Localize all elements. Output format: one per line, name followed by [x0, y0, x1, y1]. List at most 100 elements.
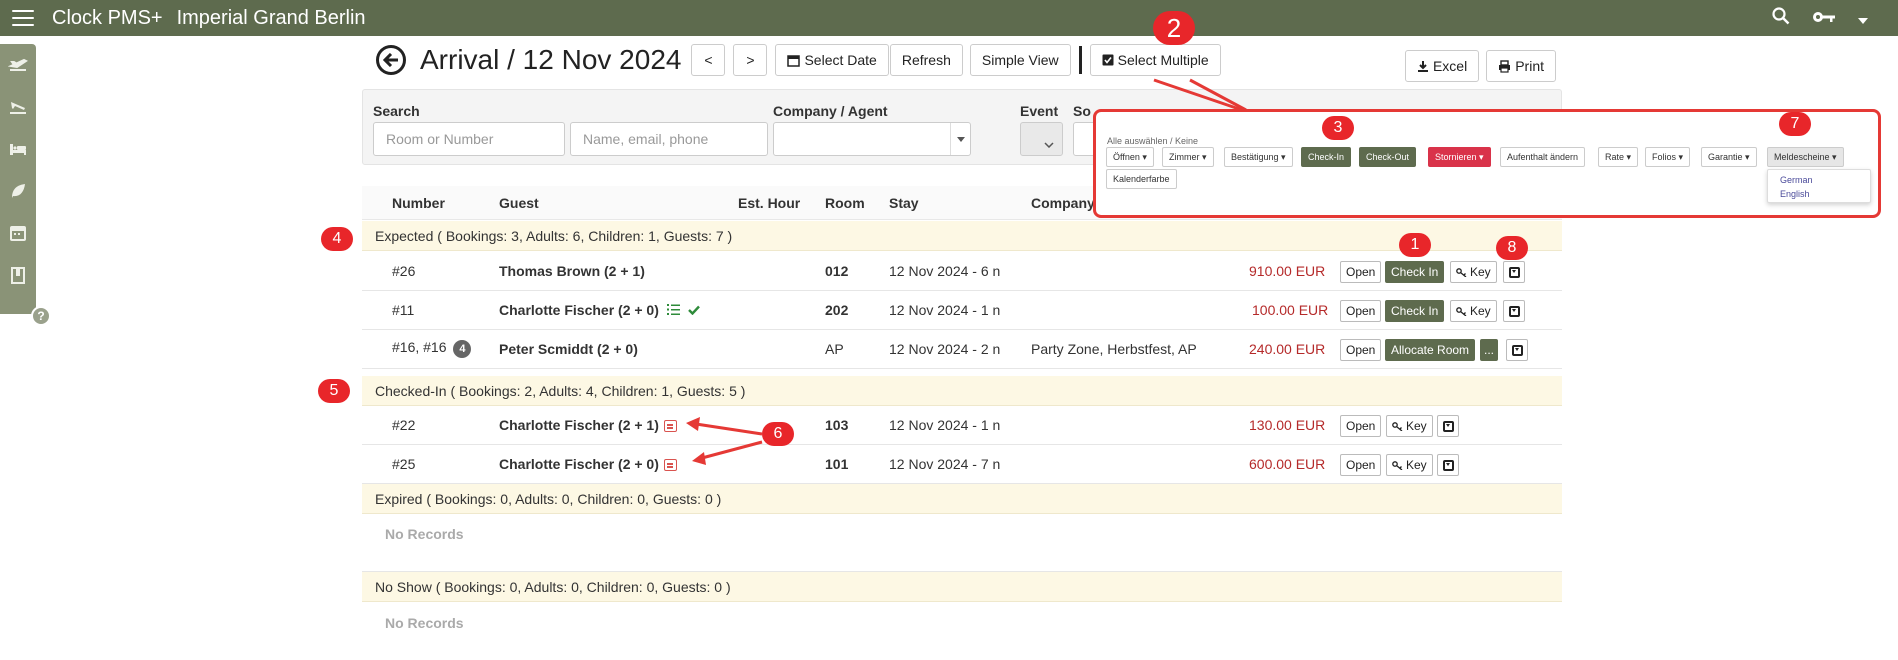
company-select[interactable]	[773, 122, 971, 156]
name-search-input[interactable]: Name, email, phone	[570, 122, 768, 156]
popup-check-in-button[interactable]: Check-In	[1301, 147, 1352, 167]
guest-name[interactable]: Charlotte Fischer (2 + 0)	[499, 302, 659, 318]
refresh-button[interactable]: Refresh	[889, 44, 963, 76]
key-button[interactable]: Key	[1450, 261, 1497, 283]
popup-room-button[interactable]: Zimmer ▾	[1162, 147, 1214, 167]
booking-number: #11	[392, 302, 415, 318]
group-header-checked-in[interactable]: Checked-In ( Bookings: 2, Adults: 4, Chi…	[362, 376, 1562, 406]
open-button[interactable]: Open	[1340, 454, 1382, 476]
more-actions-button[interactable]	[1506, 339, 1528, 361]
open-button[interactable]: Open	[1340, 415, 1382, 437]
key-icon	[1392, 421, 1403, 431]
popup-cancel-button[interactable]: Stornieren ▾	[1428, 147, 1491, 167]
search-icon[interactable]	[1772, 6, 1790, 30]
column-header[interactable]: Room	[825, 195, 865, 211]
dropdown-item-english[interactable]: English	[1780, 189, 1810, 199]
calendar-icon[interactable]	[7, 222, 29, 244]
key-button[interactable]: Key	[1450, 300, 1497, 322]
open-button[interactable]: Open	[1340, 261, 1382, 283]
table-row[interactable]: #25 Charlotte Fischer (2 + 0) 101 12 Nov…	[362, 445, 1562, 484]
menu-icon[interactable]	[12, 10, 34, 26]
popup-registration-forms-button[interactable]: Meldescheine ▾	[1767, 147, 1844, 167]
table-row[interactable]: #26 Thomas Brown (2 + 1) 012 12 Nov 2024…	[362, 252, 1562, 291]
leaf-icon[interactable]	[7, 180, 29, 202]
simple-view-button[interactable]: Simple View	[969, 44, 1071, 76]
popup-rate-button[interactable]: Rate ▾	[1598, 147, 1639, 167]
room-number: 101	[825, 456, 849, 472]
key-icon[interactable]	[1812, 8, 1836, 29]
column-header[interactable]: Stay	[889, 195, 919, 211]
group-header-no-show[interactable]: No Show ( Bookings: 0, Adults: 0, Childr…	[362, 572, 1562, 602]
room-search-input[interactable]: Room or Number	[373, 122, 565, 156]
company: Party Zone, Herbstfest, AP	[1031, 341, 1197, 357]
guest-name[interactable]: Peter Scmiddt (2 + 0)	[499, 341, 638, 357]
dropdown-item-german[interactable]: German	[1780, 175, 1813, 185]
table-row[interactable]: #11 Charlotte Fischer (2 + 0) 202 12 Nov…	[362, 291, 1562, 330]
event-select[interactable]	[1020, 122, 1063, 156]
callout-7: 7	[1779, 112, 1811, 136]
popup-guarantee-button[interactable]: Garantie ▾	[1701, 147, 1757, 167]
excel-button[interactable]: Excel	[1404, 50, 1480, 82]
guest-cell: Charlotte Fischer (2 + 0)	[499, 302, 700, 318]
side-rail	[0, 44, 36, 314]
popup-folios-button[interactable]: Folios ▾	[1645, 147, 1691, 167]
registration-dropdown-menu: German English	[1767, 169, 1871, 203]
note-icon[interactable]	[663, 420, 677, 433]
note-icon[interactable]	[663, 459, 677, 472]
column-header[interactable]: Est. Hour	[738, 195, 800, 211]
print-button[interactable]: Print	[1486, 50, 1556, 82]
no-records-expired: No Records	[385, 526, 464, 542]
key-button[interactable]: Key	[1386, 454, 1433, 476]
departure-plane-icon[interactable]	[7, 54, 29, 76]
group-header-expected[interactable]: Expected ( Bookings: 3, Adults: 6, Child…	[362, 221, 1562, 251]
more-actions-button[interactable]	[1437, 454, 1459, 476]
guest-name[interactable]: Thomas Brown (2 + 1)	[499, 263, 645, 279]
table-row[interactable]: #22 Charlotte Fischer (2 + 1) 103 12 Nov…	[362, 406, 1562, 445]
column-header[interactable]: Guest	[499, 195, 539, 211]
prev-date-button[interactable]: <	[691, 44, 726, 76]
no-records-no-show: No Records	[385, 615, 464, 631]
open-button[interactable]: Open	[1340, 339, 1382, 361]
select-multiple-button[interactable]: Select Multiple	[1089, 44, 1221, 76]
key-button[interactable]: Key	[1386, 415, 1433, 437]
popup-open-button[interactable]: Öffnen ▾	[1106, 147, 1154, 167]
arrival-plane-icon[interactable]	[7, 96, 29, 118]
more-actions-button[interactable]	[1503, 300, 1525, 322]
chevron-down-icon[interactable]	[1858, 8, 1868, 29]
bed-icon[interactable]	[7, 138, 29, 160]
book-icon[interactable]	[7, 264, 29, 286]
group-header-expired[interactable]: Expired ( Bookings: 0, Adults: 0, Childr…	[362, 484, 1562, 514]
guest-name[interactable]: Charlotte Fischer (2 + 0)	[499, 456, 659, 472]
back-arrow-icon[interactable]	[376, 45, 406, 75]
popup-confirmation-button[interactable]: Bestätigung ▾	[1224, 147, 1293, 167]
select-all-none-link[interactable]: Alle auswählen / Keine	[1107, 136, 1198, 146]
guest-name[interactable]: Charlotte Fischer (2 + 1)	[499, 417, 659, 433]
more-actions-button[interactable]	[1503, 261, 1525, 283]
next-date-button[interactable]: >	[733, 44, 768, 76]
select-multiple-label: Select Multiple	[1117, 52, 1209, 68]
popup-check-out-button[interactable]: Check-Out	[1359, 147, 1417, 167]
callout-4: 4	[321, 227, 353, 251]
check-in-button[interactable]: Check In	[1385, 261, 1445, 283]
help-icon[interactable]: ?	[31, 306, 51, 326]
popup-calendar-color-button[interactable]: Kalenderfarbe	[1106, 169, 1177, 189]
column-header[interactable]: Number	[392, 195, 445, 211]
page-header: Arrival / 12 Nov 2024 < > Select Date Re…	[376, 44, 1221, 76]
caret-square-down-icon	[1442, 459, 1454, 471]
checkbox-icon	[1102, 54, 1114, 66]
popup-change-stay-button[interactable]: Aufenthalt ändern	[1500, 147, 1586, 167]
hotel-name[interactable]: Imperial Grand Berlin	[177, 7, 366, 30]
allocate-room-button[interactable]: Allocate Room	[1385, 339, 1476, 361]
ellipsis-button[interactable]: ...	[1480, 339, 1498, 361]
column-header[interactable]: Company	[1031, 195, 1095, 211]
check-in-button[interactable]: Check In	[1385, 300, 1445, 322]
more-actions-button[interactable]	[1437, 415, 1459, 437]
key-icon	[1456, 267, 1467, 277]
print-icon	[1499, 59, 1511, 73]
callout-2: 2	[1153, 11, 1195, 45]
amount: 600.00 EUR	[1249, 456, 1326, 472]
select-date-button[interactable]: Select Date	[775, 44, 889, 76]
count-badge: 4	[453, 340, 472, 358]
open-button[interactable]: Open	[1340, 300, 1382, 322]
table-row[interactable]: #16, #16 4 Peter Scmiddt (2 + 0) AP 12 N…	[362, 330, 1562, 369]
